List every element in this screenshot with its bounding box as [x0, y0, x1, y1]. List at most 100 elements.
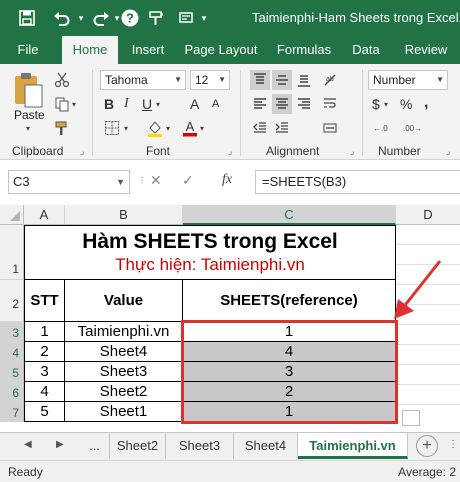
tab-formulas[interactable]: Formulas — [272, 36, 336, 64]
cell-result[interactable]: 1 — [183, 402, 396, 422]
quick-analysis-icon[interactable] — [402, 410, 420, 426]
decrease-indent-icon[interactable] — [250, 118, 270, 138]
column-header-d[interactable]: D — [396, 205, 460, 225]
sheet-tab[interactable]: Sheet3 — [166, 433, 234, 459]
bold-button[interactable]: B — [104, 96, 114, 112]
undo-icon[interactable] — [48, 8, 76, 28]
number-launcher-icon[interactable]: ⌟ — [446, 146, 450, 157]
paste-label[interactable]: Paste — [14, 108, 45, 122]
font-color-dropdown-icon[interactable]: ▾ — [200, 124, 204, 133]
cell-value[interactable]: Sheet1 — [65, 402, 183, 422]
align-left-icon[interactable] — [250, 94, 270, 114]
cell-stt[interactable]: 2 — [24, 342, 65, 362]
tab-home[interactable]: Home — [62, 36, 118, 64]
cell-result[interactable]: 4 — [183, 342, 396, 362]
wrap-text-icon[interactable] — [320, 94, 340, 114]
cell-stt[interactable]: 4 — [24, 382, 65, 402]
row-header-5[interactable]: 5 — [0, 362, 24, 382]
copy-dropdown-icon[interactable]: ▾ — [72, 100, 76, 109]
increase-indent-icon[interactable] — [272, 118, 292, 138]
paste-icon[interactable] — [10, 70, 46, 110]
row-header-1[interactable]: 1 — [0, 225, 24, 280]
merge-center-icon[interactable] — [320, 118, 340, 138]
cell-stt[interactable]: 3 — [24, 362, 65, 382]
align-center-icon[interactable] — [272, 94, 292, 114]
fill-color-icon[interactable] — [144, 118, 166, 138]
help-icon[interactable]: ? — [120, 8, 140, 28]
formula-bar-resize-icon[interactable]: ⋮ — [138, 176, 146, 200]
number-format-combo[interactable]: Number ▼ — [368, 70, 448, 90]
row-header-4[interactable]: 4 — [0, 342, 24, 362]
formula-input[interactable]: =SHEETS(B3) — [255, 170, 460, 194]
cut-icon[interactable] — [52, 70, 72, 90]
quick-access-dropdown-icon[interactable]: ▾ — [198, 8, 210, 28]
sheet-options-icon[interactable]: ⋮ — [448, 439, 458, 450]
header-sheets-reference[interactable]: SHEETS(reference) — [183, 280, 396, 322]
cell-value[interactable]: Sheet4 — [65, 342, 183, 362]
cancel-icon[interactable]: ✕ — [150, 172, 162, 196]
sheet-tab-active[interactable]: Taimienphi.vn — [298, 433, 408, 459]
add-sheet-button[interactable]: + — [416, 435, 438, 457]
fill-color-dropdown-icon[interactable]: ▾ — [166, 124, 170, 133]
percent-button[interactable]: % — [400, 96, 412, 112]
clipboard-launcher-icon[interactable]: ⌟ — [80, 146, 84, 157]
cell-stt[interactable]: 5 — [24, 402, 65, 422]
sheet-tab[interactable]: Sheet2 — [110, 433, 166, 459]
save-icon[interactable] — [16, 8, 38, 28]
cell-value[interactable]: Sheet2 — [65, 382, 183, 402]
cell-result-active[interactable]: 1 — [183, 322, 396, 342]
sheet-tab[interactable]: Sheet4 — [234, 433, 298, 459]
cell-result[interactable]: 3 — [183, 362, 396, 382]
select-all-corner[interactable] — [0, 205, 24, 225]
alignment-launcher-icon[interactable]: ⌟ — [350, 146, 354, 157]
borders-dropdown-icon[interactable]: ▾ — [124, 124, 128, 133]
paste-dropdown-icon[interactable]: ▾ — [26, 124, 30, 133]
orientation-icon[interactable]: ab — [320, 70, 340, 90]
scroll-left-icon[interactable]: ◀ — [24, 439, 32, 450]
row-header-6[interactable]: 6 — [0, 382, 24, 402]
cell-value[interactable]: Taimienphi.vn — [65, 322, 183, 342]
tab-page-layout[interactable]: Page Layout — [180, 36, 262, 64]
name-box[interactable]: C3 ▼ — [8, 170, 130, 194]
decrease-decimal-icon[interactable]: .00→ — [400, 118, 424, 138]
redo-icon[interactable] — [90, 8, 112, 28]
column-header-a[interactable]: A — [24, 205, 65, 225]
customize-toolbar-icon[interactable] — [176, 8, 196, 28]
align-bottom-icon[interactable] — [294, 70, 314, 90]
currency-dropdown-icon[interactable]: ▾ — [384, 100, 388, 109]
format-painter-icon[interactable] — [146, 8, 168, 28]
row-header-7[interactable]: 7 — [0, 402, 24, 422]
more-sheets-button[interactable]: ... — [80, 433, 110, 459]
italic-button[interactable]: I — [124, 96, 129, 112]
undo-dropdown-icon[interactable]: ▾ — [76, 8, 86, 28]
font-color-icon[interactable]: A — [180, 118, 200, 138]
copy-icon[interactable] — [52, 94, 72, 114]
align-middle-icon[interactable] — [272, 70, 292, 90]
cell-result[interactable]: 2 — [183, 382, 396, 402]
column-header-c[interactable]: C — [183, 205, 396, 225]
header-stt[interactable]: STT — [24, 280, 65, 322]
underline-dropdown-icon[interactable]: ▾ — [156, 100, 160, 109]
font-launcher-icon[interactable]: ⌟ — [228, 146, 232, 157]
tab-file[interactable]: File — [6, 36, 50, 64]
scroll-right-icon[interactable]: ▶ — [56, 439, 64, 450]
font-name-combo[interactable]: Tahoma ▼ — [100, 70, 186, 90]
align-right-icon[interactable] — [294, 94, 314, 114]
column-header-b[interactable]: B — [65, 205, 183, 225]
increase-decimal-icon[interactable]: ←.0 — [370, 118, 394, 138]
comma-button[interactable]: , — [424, 94, 428, 112]
borders-icon[interactable] — [102, 118, 122, 138]
insert-function-button[interactable]: fx — [222, 172, 232, 196]
font-size-combo[interactable]: 12 ▼ — [190, 70, 230, 90]
font-grow-button[interactable]: A — [190, 96, 199, 112]
currency-button[interactable]: $ — [372, 96, 380, 112]
title-cell[interactable]: Hàm SHEETS trong Excel Thực hiện: Taimie… — [24, 225, 396, 280]
format-painter-brush-icon[interactable] — [52, 118, 72, 138]
row-header-2[interactable]: 2 — [0, 280, 24, 322]
tab-review[interactable]: Review — [396, 36, 456, 64]
row-header-3[interactable]: 3 — [0, 322, 24, 342]
cell-stt[interactable]: 1 — [24, 322, 65, 342]
cell-value[interactable]: Sheet3 — [65, 362, 183, 382]
align-top-icon[interactable] — [250, 70, 270, 90]
underline-button[interactable]: U — [142, 96, 152, 112]
